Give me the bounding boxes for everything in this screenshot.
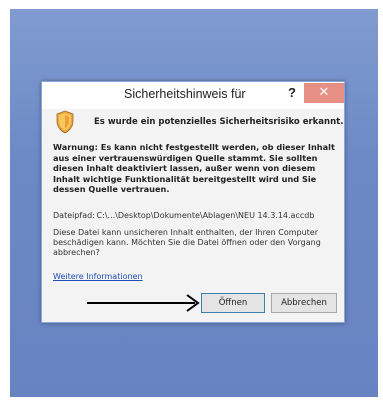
arrow-right-icon bbox=[87, 294, 200, 312]
file-path-row: Dateipfad: C:\...\Desktop\Dokumente\Abla… bbox=[53, 211, 314, 220]
title-bar: Sicherheitshinweis für ? ✕ bbox=[42, 82, 344, 109]
file-path-label: Dateipfad: bbox=[53, 211, 95, 220]
file-path-value: C:\...\Desktop\Dokumente\Ablagen\NEU 14.… bbox=[96, 211, 315, 220]
help-button[interactable]: ? bbox=[284, 85, 300, 103]
cancel-button[interactable]: Abbrechen bbox=[271, 293, 337, 313]
security-notice-dialog: Sicherheitshinweis für ? ✕ Es wurde ein … bbox=[41, 81, 345, 323]
warning-text: Warnung: Es kann nicht festgestellt werd… bbox=[53, 142, 335, 195]
shield-warning-icon bbox=[56, 110, 74, 134]
dialog-title: Sicherheitshinweis für bbox=[124, 87, 246, 101]
info-text: Diese Datei kann unsicheren Inhalt entha… bbox=[53, 228, 321, 257]
close-button[interactable]: ✕ bbox=[304, 83, 344, 103]
more-info-link[interactable]: Weitere Informationen bbox=[53, 272, 143, 281]
risk-heading: Es wurde ein potenzielles Sicherheitsris… bbox=[94, 117, 344, 127]
open-button[interactable]: Öffnen bbox=[201, 293, 265, 313]
